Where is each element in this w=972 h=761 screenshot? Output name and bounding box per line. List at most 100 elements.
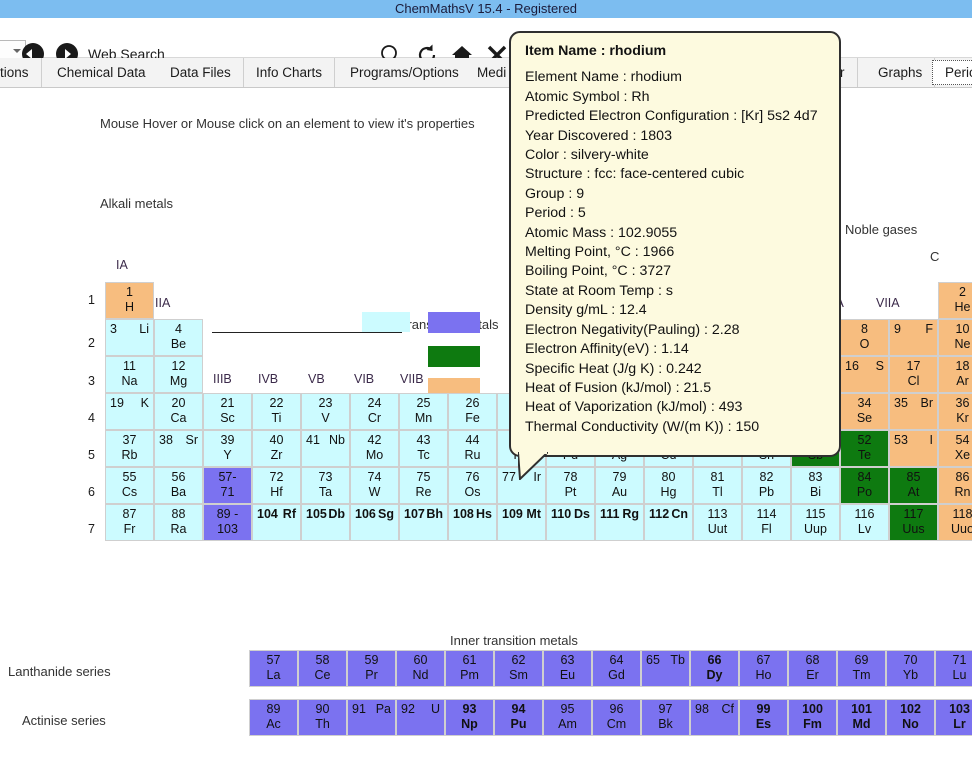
actinide-cell-Cf[interactable]: 98Cf <box>690 699 739 736</box>
element-cell-Se[interactable]: 34Se <box>840 393 889 430</box>
actinide-cell-Md[interactable]: 101Md <box>837 699 886 736</box>
lanthanide-cell-Sm[interactable]: 62Sm <box>494 650 543 687</box>
element-cell-Fl[interactable]: 114Fl <box>742 504 791 541</box>
element-cell-K[interactable]: 19K <box>105 393 154 430</box>
actinide-cell-Es[interactable]: 99Es <box>739 699 788 736</box>
element-cell-Sg[interactable]: 106Sg <box>350 504 399 541</box>
element-cell-Hg[interactable]: 80Hg <box>644 467 693 504</box>
lanthanide-cell-Er[interactable]: 68Er <box>788 650 837 687</box>
element-cell-Ba[interactable]: 56Ba <box>154 467 203 504</box>
lanthanide-cell-Eu[interactable]: 63Eu <box>543 650 592 687</box>
element-cell-Cs[interactable]: 55Cs <box>105 467 154 504</box>
element-cell-H[interactable]: 1H <box>105 282 154 319</box>
element-cell-Au[interactable]: 79Au <box>595 467 644 504</box>
actinide-cell-Pu[interactable]: 94Pu <box>494 699 543 736</box>
element-cell-Ar[interactable]: 18Ar <box>938 356 972 393</box>
element-cell-W[interactable]: 74W <box>350 467 399 504</box>
actinide-cell-Lr[interactable]: 103Lr <box>935 699 972 736</box>
element-cell-Nb[interactable]: 41Nb <box>301 430 350 467</box>
element-cell-Ti[interactable]: 22Ti <box>252 393 301 430</box>
actinide-cell-Ac[interactable]: 89Ac <box>249 699 298 736</box>
element-cell-Ta[interactable]: 73Ta <box>301 467 350 504</box>
element-cell-Na[interactable]: 11Na <box>105 356 154 393</box>
element-cell-Uuo[interactable]: 118Uuo <box>938 504 972 541</box>
element-cell-Re[interactable]: 75Re <box>399 467 448 504</box>
lanthanide-cell-Ho[interactable]: 67Ho <box>739 650 788 687</box>
element-cell-Uus[interactable]: 117Uus <box>889 504 938 541</box>
element-cell-Ru[interactable]: 44Ru <box>448 430 497 467</box>
element-cell-Mo[interactable]: 42Mo <box>350 430 399 467</box>
element-cell-Pt[interactable]: 78Pt <box>546 467 595 504</box>
lanthanide-cell-Lu[interactable]: 71Lu <box>935 650 972 687</box>
lanthanide-cell-Tb[interactable]: 65Tb <box>641 650 690 687</box>
element-cell-Y[interactable]: 39Y <box>203 430 252 467</box>
element-cell-Sc[interactable]: 21Sc <box>203 393 252 430</box>
element-cell-Uup[interactable]: 115Uup <box>791 504 840 541</box>
element-cell-Br[interactable]: 35Br <box>889 393 938 430</box>
tab-tions[interactable]: tions <box>0 58 42 87</box>
element-cell-71[interactable]: 57-71 <box>203 467 252 504</box>
element-cell-Os[interactable]: 76Os <box>448 467 497 504</box>
element-cell-Uut[interactable]: 113Uut <box>693 504 742 541</box>
element-cell-103[interactable]: 89 -103 <box>203 504 252 541</box>
element-cell-Po[interactable]: 84Po <box>840 467 889 504</box>
element-cell-Ds[interactable]: 110Ds <box>546 504 595 541</box>
element-cell-Zr[interactable]: 40Zr <box>252 430 301 467</box>
element-cell-Ca[interactable]: 20Ca <box>154 393 203 430</box>
element-cell-Fr[interactable]: 87Fr <box>105 504 154 541</box>
element-cell-Ra[interactable]: 88Ra <box>154 504 203 541</box>
lanthanide-cell-Pr[interactable]: 59Pr <box>347 650 396 687</box>
element-cell-At[interactable]: 85At <box>889 467 938 504</box>
lanthanide-cell-Ce[interactable]: 58Ce <box>298 650 347 687</box>
actinide-cell-Pa[interactable]: 91Pa <box>347 699 396 736</box>
lanthanide-cell-Gd[interactable]: 64Gd <box>592 650 641 687</box>
lanthanide-cell-Dy[interactable]: 66Dy <box>690 650 739 687</box>
lanthanide-cell-La[interactable]: 57La <box>249 650 298 687</box>
element-cell-Mg[interactable]: 12Mg <box>154 356 203 393</box>
element-cell-S[interactable]: 16S <box>840 356 889 393</box>
element-cell-Hf[interactable]: 72Hf <box>252 467 301 504</box>
element-cell-Lv[interactable]: 116Lv <box>840 504 889 541</box>
element-cell-He[interactable]: 2He <box>938 282 972 319</box>
tab-programs-options[interactable]: Programs/Options <box>338 58 472 87</box>
element-cell-Tl[interactable]: 81Tl <box>693 467 742 504</box>
element-cell-Cl[interactable]: 17Cl <box>889 356 938 393</box>
tab-graphs[interactable]: Graphs <box>866 58 935 87</box>
element-cell-Li[interactable]: 3Li <box>105 319 154 356</box>
actinide-cell-Bk[interactable]: 97Bk <box>641 699 690 736</box>
element-cell-Sr[interactable]: 38Sr <box>154 430 203 467</box>
element-cell-Fe[interactable]: 26Fe <box>448 393 497 430</box>
element-cell-Mt[interactable]: 109Mt <box>497 504 546 541</box>
element-cell-I[interactable]: 53I <box>889 430 938 467</box>
element-cell-Te[interactable]: 52Te <box>840 430 889 467</box>
tab-info-charts[interactable]: Info Charts <box>244 58 335 87</box>
element-cell-Rg[interactable]: 111Rg <box>595 504 644 541</box>
element-cell-Tc[interactable]: 43Tc <box>399 430 448 467</box>
lanthanide-cell-Yb[interactable]: 70Yb <box>886 650 935 687</box>
lanthanide-cell-Pm[interactable]: 61Pm <box>445 650 494 687</box>
element-cell-V[interactable]: 23V <box>301 393 350 430</box>
element-cell-Mn[interactable]: 25Mn <box>399 393 448 430</box>
element-cell-Xe[interactable]: 54Xe <box>938 430 972 467</box>
tab-chemical-data[interactable]: Chemical Data <box>45 58 159 87</box>
element-cell-Hs[interactable]: 108Hs <box>448 504 497 541</box>
tab-perio[interactable]: Perio <box>932 60 972 85</box>
element-cell-Db[interactable]: 105Db <box>301 504 350 541</box>
element-cell-Kr[interactable]: 36Kr <box>938 393 972 430</box>
actinide-cell-No[interactable]: 102No <box>886 699 935 736</box>
actinide-cell-Th[interactable]: 90Th <box>298 699 347 736</box>
actinide-cell-U[interactable]: 92U <box>396 699 445 736</box>
lanthanide-cell-Nd[interactable]: 60Nd <box>396 650 445 687</box>
element-cell-Bi[interactable]: 83Bi <box>791 467 840 504</box>
element-cell-Rf[interactable]: 104Rf <box>252 504 301 541</box>
element-cell-O[interactable]: 8O <box>840 319 889 356</box>
actinide-cell-Cm[interactable]: 96Cm <box>592 699 641 736</box>
tab-data-files[interactable]: Data Files <box>158 58 244 87</box>
element-cell-Be[interactable]: 4Be <box>154 319 203 356</box>
element-cell-Cn[interactable]: 112Cn <box>644 504 693 541</box>
element-cell-Ne[interactable]: 10Ne <box>938 319 972 356</box>
element-cell-Bh[interactable]: 107Bh <box>399 504 448 541</box>
element-cell-F[interactable]: 9F <box>889 319 938 356</box>
element-cell-Rb[interactable]: 37Rb <box>105 430 154 467</box>
element-cell-Pb[interactable]: 82Pb <box>742 467 791 504</box>
